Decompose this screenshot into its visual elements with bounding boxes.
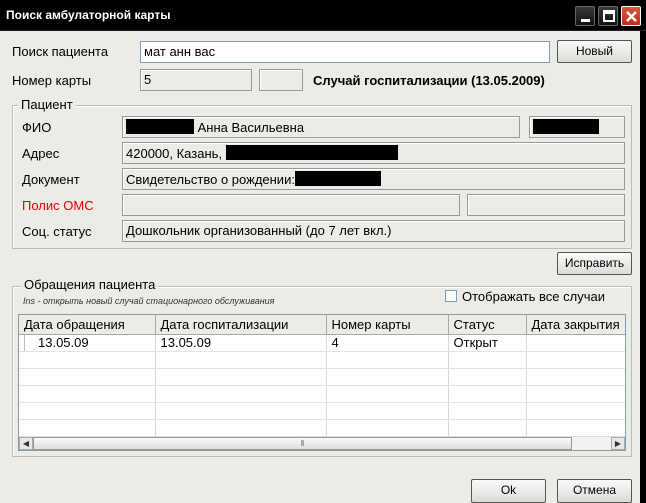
redacted-block — [126, 119, 194, 134]
address-value: 420000, Казань, — [126, 146, 223, 161]
social-status-label: Соц. статус — [22, 224, 92, 239]
window-title: Поиск амбулаторной карты — [6, 8, 171, 22]
edit-button[interactable]: Исправить — [557, 252, 632, 275]
redacted-block — [294, 171, 381, 186]
show-all-label[interactable]: Отображать все случаи — [462, 289, 605, 304]
close-button[interactable] — [621, 6, 641, 26]
minimize-button[interactable] — [575, 6, 595, 26]
close-icon — [626, 11, 637, 22]
fio-extra-field — [529, 116, 625, 138]
arrow-right-icon[interactable]: ▶ — [611, 437, 625, 450]
address-label: Адрес — [22, 146, 60, 161]
table-row-empty — [19, 368, 625, 386]
redacted-block — [225, 145, 398, 160]
cancel-button[interactable]: Отмена — [557, 479, 632, 503]
ok-button[interactable]: Ok — [471, 479, 546, 503]
card-extra-field — [259, 69, 303, 91]
cell-card-number[interactable]: 4 — [326, 334, 449, 352]
horizontal-scrollbar[interactable]: ◀ ⦀ ▶ — [19, 436, 625, 450]
column-header-close-date[interactable]: Дата закрытия — [526, 315, 625, 335]
card-number-field: 5 — [140, 69, 252, 91]
search-label: Поиск пациента — [12, 44, 109, 59]
row-indicator — [19, 334, 25, 350]
document-value: Свидетельство о рождении: — [126, 172, 295, 187]
maximize-button[interactable] — [598, 6, 618, 26]
column-header-card-number[interactable]: Номер карты — [326, 315, 449, 335]
card-number-label: Номер карты — [12, 73, 92, 88]
dialog-window: Поиск амбулаторной карты Поиск пациента … — [0, 0, 646, 503]
social-status-field: Дошкольник организованный (до 7 лет вкл.… — [122, 220, 625, 242]
fio-value: Анна Васильевна — [197, 120, 305, 135]
show-all-checkbox[interactable] — [445, 290, 457, 302]
table-header-row: Дата обращения Дата госпитализации Номер… — [19, 315, 625, 335]
column-header-status[interactable]: Статус — [448, 315, 527, 335]
address-field: 420000, Казань, — [122, 142, 625, 164]
title-bar[interactable]: Поиск амбулаторной карты — [0, 0, 646, 31]
appeals-grid[interactable]: Дата обращения Дата госпитализации Номер… — [18, 314, 626, 451]
new-button[interactable]: Новый — [557, 40, 632, 63]
table-row-empty — [19, 351, 625, 369]
document-label: Документ — [22, 172, 80, 187]
policy-label: Полис ОМС — [22, 198, 94, 213]
grip-icon: ⦀ — [300, 439, 305, 448]
cell-appeal-date[interactable]: 13.05.09 — [19, 334, 156, 352]
appeals-group-legend: Обращения пациента — [21, 277, 159, 292]
column-header-hosp-date[interactable]: Дата госпитализации — [155, 315, 327, 335]
cell-status[interactable]: Открыт — [448, 334, 527, 352]
appeals-table: Дата обращения Дата госпитализации Номер… — [19, 315, 625, 437]
table-row[interactable]: 13.05.09 13.05.09 4 Открыт — [19, 334, 625, 352]
appeals-hint: Ins - открыть новый случай стационарного… — [23, 296, 275, 306]
column-header-appeal-date[interactable]: Дата обращения — [19, 315, 156, 335]
fio-field: Анна Васильевна — [122, 116, 520, 138]
patient-group-legend: Пациент — [18, 97, 76, 112]
policy-field — [122, 194, 460, 216]
arrow-left-icon[interactable]: ◀ — [19, 437, 33, 450]
policy-extra-field — [467, 194, 625, 216]
document-field: Свидетельство о рождении: — [122, 168, 625, 190]
maximize-icon — [603, 10, 615, 22]
cell-close-date[interactable] — [526, 334, 625, 352]
table-row-empty — [19, 402, 625, 420]
cell-appeal-date-text: 13.05.09 — [38, 335, 89, 350]
redacted-block — [533, 119, 599, 134]
table-row-empty — [19, 419, 625, 437]
search-input[interactable]: мат анн вас — [140, 41, 550, 63]
fio-label: ФИО — [22, 120, 52, 135]
minimize-icon — [581, 19, 590, 22]
cell-hosp-date[interactable]: 13.05.09 — [155, 334, 327, 352]
dialog-client-area: Поиск пациента мат анн вас Новый Номер к… — [0, 31, 640, 503]
hospitalization-case-text: Случай госпитализации (13.05.2009) — [313, 73, 545, 88]
table-row-empty — [19, 385, 625, 403]
scroll-thumb[interactable]: ⦀ — [33, 437, 572, 450]
